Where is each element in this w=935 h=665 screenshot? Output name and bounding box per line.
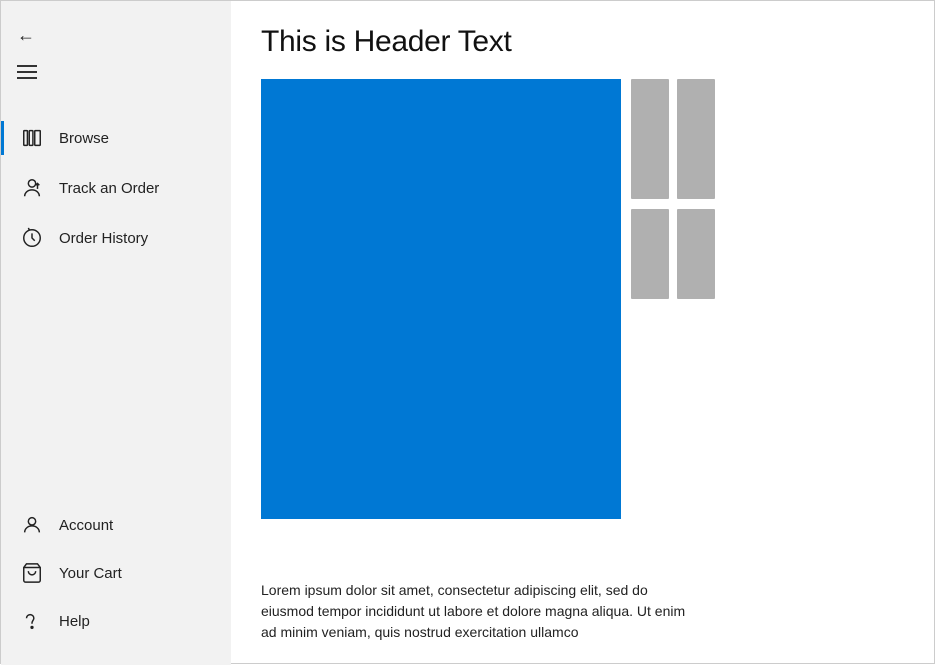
main-content: This is Header Text Lorem ipsum dolor si… bbox=[231, 1, 934, 663]
back-icon: ← bbox=[17, 25, 35, 46]
sidebar-item-help[interactable]: Help bbox=[1, 597, 231, 645]
sidebar-item-browse-label: Browse bbox=[59, 130, 109, 147]
thumbnail-1 bbox=[631, 79, 669, 199]
main-image bbox=[261, 79, 621, 519]
account-icon bbox=[21, 514, 43, 536]
thumbnail-3 bbox=[631, 209, 669, 299]
thumbnail-4 bbox=[677, 209, 715, 299]
content-area bbox=[261, 79, 904, 566]
sidebar-item-track-order-label: Track an Order bbox=[59, 180, 159, 197]
sidebar-item-cart[interactable]: Your Cart bbox=[1, 549, 231, 597]
back-button[interactable]: ← bbox=[17, 19, 49, 51]
order-history-icon bbox=[21, 227, 43, 249]
browse-icon bbox=[21, 127, 43, 149]
sidebar-item-account-label: Account bbox=[59, 517, 113, 534]
thumbnail-2 bbox=[677, 79, 715, 199]
sidebar-item-account[interactable]: Account bbox=[1, 501, 231, 549]
sidebar-item-order-history[interactable]: Order History bbox=[1, 213, 231, 263]
sidebar-item-browse[interactable]: Browse bbox=[1, 113, 231, 163]
sidebar-item-track-order[interactable]: Track an Order bbox=[1, 163, 231, 213]
page-title: This is Header Text bbox=[261, 25, 904, 59]
sidebar-item-order-history-label: Order History bbox=[59, 230, 148, 247]
sidebar-item-help-label: Help bbox=[59, 613, 90, 630]
hamburger-button[interactable] bbox=[17, 65, 41, 79]
sidebar-top: ← bbox=[1, 1, 231, 113]
description-text: Lorem ipsum dolor sit amet, consectetur … bbox=[261, 580, 701, 643]
side-thumbnails bbox=[631, 79, 715, 566]
sidebar: ← Browse bbox=[1, 1, 231, 665]
sidebar-bottom: Account Your Cart Help bbox=[1, 491, 231, 665]
cart-icon bbox=[21, 562, 43, 584]
help-icon bbox=[21, 610, 43, 632]
hamburger-line-3 bbox=[17, 77, 37, 79]
nav-section: Browse Track an Order bbox=[1, 113, 231, 491]
thumb-row-top bbox=[631, 79, 715, 199]
track-order-icon bbox=[21, 177, 43, 199]
hamburger-line-1 bbox=[17, 65, 37, 67]
hamburger-line-2 bbox=[17, 71, 37, 73]
sidebar-item-cart-label: Your Cart bbox=[59, 565, 122, 582]
thumb-row-bottom bbox=[631, 209, 715, 299]
